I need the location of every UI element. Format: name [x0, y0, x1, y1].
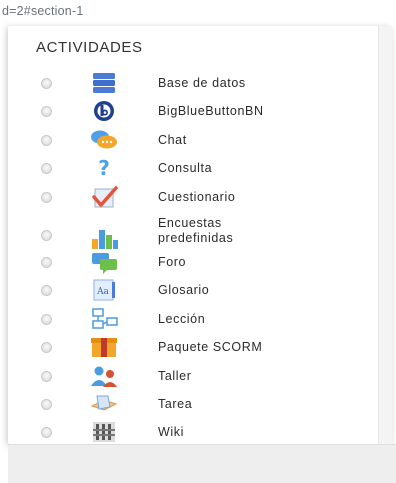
url-fragment: d=2#section-1: [2, 4, 84, 18]
activity-label: Lección: [158, 311, 206, 326]
activity-label: Base de datos: [158, 75, 246, 90]
activity-label: Taller: [158, 368, 192, 383]
activity-option-paquete-scorm[interactable]: Paquete SCORM: [0, 334, 360, 360]
assignment-icon: [90, 395, 118, 411]
activity-label: Wiki: [158, 424, 185, 439]
activity-label: BigBlueButtonBN: [158, 103, 264, 118]
forum-icon: [92, 253, 117, 274]
activity-label: Glosario: [158, 282, 210, 297]
radio-button[interactable]: [41, 284, 52, 296]
wiki-icon: [93, 422, 115, 442]
activity-label: Tarea: [158, 396, 193, 411]
activity-option-bigbluebuttonbn[interactable]: BigBlueButtonBN: [0, 98, 360, 124]
scrollbar-gutter[interactable]: [378, 26, 392, 444]
svg-text:Aa: Aa: [96, 287, 109, 297]
radio-button[interactable]: [41, 105, 52, 117]
lesson-icon: [92, 308, 118, 329]
radio-button[interactable]: [41, 191, 52, 203]
activity-option-tarea[interactable]: Tarea: [0, 391, 360, 417]
radio-button[interactable]: [41, 426, 52, 438]
activity-label: Foro: [158, 254, 187, 269]
radio-button[interactable]: [41, 256, 52, 268]
activity-option-wiki[interactable]: Wiki: [0, 419, 360, 445]
activity-label: Cuestionario: [158, 189, 236, 204]
quiz-checkmark-icon: [92, 186, 118, 208]
activity-option-glosario[interactable]: Aa Glosario: [0, 277, 360, 303]
choice-question-icon: ?: [98, 156, 110, 180]
svg-text:?: ?: [98, 156, 110, 180]
radio-button[interactable]: [41, 313, 52, 325]
activity-option-foro[interactable]: Foro: [0, 249, 360, 275]
section-heading: ACTIVIDADES: [36, 39, 143, 56]
radio-button[interactable]: [41, 162, 52, 174]
activity-option-encuestas-predefinidas[interactable]: Encuestas predefinidas: [0, 214, 360, 249]
activity-option-cuestionario[interactable]: Cuestionario: [0, 184, 360, 210]
activity-option-consulta[interactable]: ? Consulta: [0, 155, 360, 181]
radio-button[interactable]: [41, 230, 52, 241]
activity-option-base-de-datos[interactable]: Base de datos: [0, 70, 360, 96]
workshop-icon: [91, 366, 117, 387]
database-icon: [93, 73, 115, 93]
radio-button[interactable]: [41, 341, 52, 353]
activity-label: Encuestas predefinidas: [158, 216, 234, 245]
activity-option-leccion[interactable]: Lección: [0, 306, 360, 332]
radio-button[interactable]: [41, 370, 52, 382]
activity-label: Consulta: [158, 160, 213, 175]
radio-button[interactable]: [41, 398, 52, 410]
chooser-footer-bar: [8, 444, 396, 483]
radio-button[interactable]: [41, 77, 52, 89]
activity-option-chat[interactable]: Chat: [0, 127, 360, 153]
glossary-icon: Aa: [93, 279, 115, 301]
survey-chart-icon: [92, 230, 118, 249]
chat-icon: [91, 130, 117, 149]
activity-label: Chat: [158, 132, 187, 147]
radio-button[interactable]: [41, 134, 52, 146]
activity-option-taller[interactable]: Taller: [0, 363, 360, 389]
activity-label: Paquete SCORM: [158, 339, 263, 354]
bigbluebutton-icon: [94, 101, 114, 121]
scorm-package-icon: [91, 338, 117, 357]
